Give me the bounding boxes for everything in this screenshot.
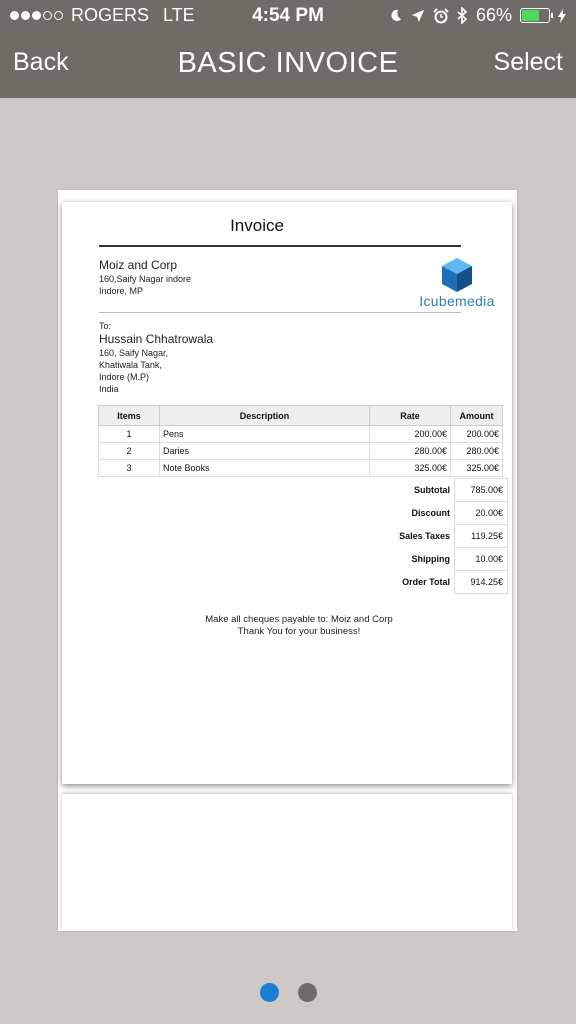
subtotal-value: 785.00€ <box>454 478 508 502</box>
select-button[interactable]: Select <box>494 48 563 77</box>
battery-percent: 66% <box>475 5 512 25</box>
invoice-footer: Make all cheques payable to: Moiz and Co… <box>62 614 536 638</box>
invoice-preview[interactable]: Invoice Moiz and Corp 160,Saify Nagar in… <box>58 190 517 931</box>
row-rate: 280.00€ <box>369 442 451 460</box>
page-indicator <box>0 983 576 1002</box>
discount-label: Discount <box>411 508 450 518</box>
recipient-line: India <box>99 384 119 394</box>
items-table: Items Description Rate Amount 1 Pens 200… <box>98 405 503 477</box>
status-bar: ROGERS LTE 4:54 PM 66% <box>0 0 576 32</box>
totals-table: Subtotal 785.00€ Discount 20.00€ Sales T… <box>372 478 508 594</box>
totals-row: Discount 20.00€ <box>372 501 508 525</box>
page-title: BASIC INVOICE <box>177 47 399 79</box>
bluetooth-icon <box>457 7 468 24</box>
sales-taxes-value: 119.25€ <box>454 524 508 548</box>
location-arrow-icon <box>411 9 425 22</box>
col-items: Items <box>98 405 160 426</box>
table-row: 1 Pens 200.00€ 200.00€ <box>98 425 503 443</box>
col-amount: Amount <box>450 405 503 426</box>
row-item: 2 <box>98 442 160 460</box>
status-right: 66% <box>388 5 566 26</box>
invoice-title: Invoice <box>230 216 284 235</box>
row-description: Pens <box>159 425 370 443</box>
page-dot-1[interactable] <box>259 983 279 1002</box>
table-header-row: Items Description Rate Amount <box>98 405 503 426</box>
company-logo: Icubemedia <box>415 257 499 312</box>
sender-address: Moiz and Corp 160,Saify Nagar indore Ind… <box>99 258 191 297</box>
address-divider <box>99 312 461 313</box>
nav-row: Back BASIC INVOICE Select <box>0 47 576 82</box>
table-row: 3 Note Books 325.00€ 325.00€ <box>98 459 503 477</box>
shipping-value: 10.00€ <box>454 547 508 571</box>
sender-name: Moiz and Corp <box>99 258 178 272</box>
moon-icon <box>391 9 402 21</box>
page-dot-2[interactable] <box>297 983 317 1002</box>
row-description: Daries <box>159 442 370 460</box>
recipient-line: Indore (M.P) <box>99 372 150 382</box>
battery-icon <box>520 8 553 23</box>
sales-taxes-label: Sales Taxes <box>399 531 450 541</box>
subtotal-label: Subtotal <box>414 485 450 495</box>
row-amount: 280.00€ <box>450 442 503 460</box>
title-divider <box>99 245 461 247</box>
row-amount: 325.00€ <box>450 459 503 477</box>
totals-row: Shipping 10.00€ <box>372 547 508 571</box>
recipient-line: 160, Saify Nagar, <box>99 348 169 358</box>
logo-text: Icubemedia <box>419 293 495 309</box>
discount-value: 20.00€ <box>454 501 508 525</box>
thank-you-note: Thank You for your business! <box>237 626 361 637</box>
payable-note: Make all cheques payable to: Moiz and Co… <box>205 614 393 625</box>
totals-row: Subtotal 785.00€ <box>372 478 508 502</box>
row-item: 1 <box>98 425 160 443</box>
table-row: 2 Daries 280.00€ 280.00€ <box>98 442 503 460</box>
alarm-clock-icon <box>433 7 449 23</box>
recipient-name: Hussain Chhatrowala <box>99 332 214 346</box>
row-rate: 325.00€ <box>369 459 451 477</box>
sender-line: 160,Saify Nagar indore <box>99 274 192 284</box>
col-rate: Rate <box>369 405 451 426</box>
recipient-line: Khatiwala Tank, <box>99 360 162 370</box>
row-description: Note Books <box>159 459 370 477</box>
totals-row: Sales Taxes 119.25€ <box>372 524 508 548</box>
col-description: Description <box>159 405 370 426</box>
order-total-value: 914.25€ <box>454 570 508 594</box>
cube-logo-icon <box>442 258 472 292</box>
navigation-bar: ROGERS LTE 4:54 PM 66% Back BASIC INVOIC… <box>0 0 576 98</box>
recipient-address: To: Hussain Chhatrowala 160, Saify Nagar… <box>99 320 213 395</box>
row-amount: 200.00€ <box>450 425 503 443</box>
order-total-label: Order Total <box>402 577 450 587</box>
invoice-page: Invoice Moiz and Corp 160,Saify Nagar in… <box>62 202 512 784</box>
row-rate: 200.00€ <box>369 425 451 443</box>
shipping-label: Shipping <box>411 554 451 564</box>
to-label: To: <box>99 321 112 331</box>
totals-row: Order Total 914.25€ <box>372 570 508 594</box>
charging-icon <box>558 8 566 23</box>
row-item: 3 <box>98 459 160 477</box>
sender-line: Indore, MP <box>99 286 144 296</box>
invoice-page-2 <box>62 794 512 931</box>
